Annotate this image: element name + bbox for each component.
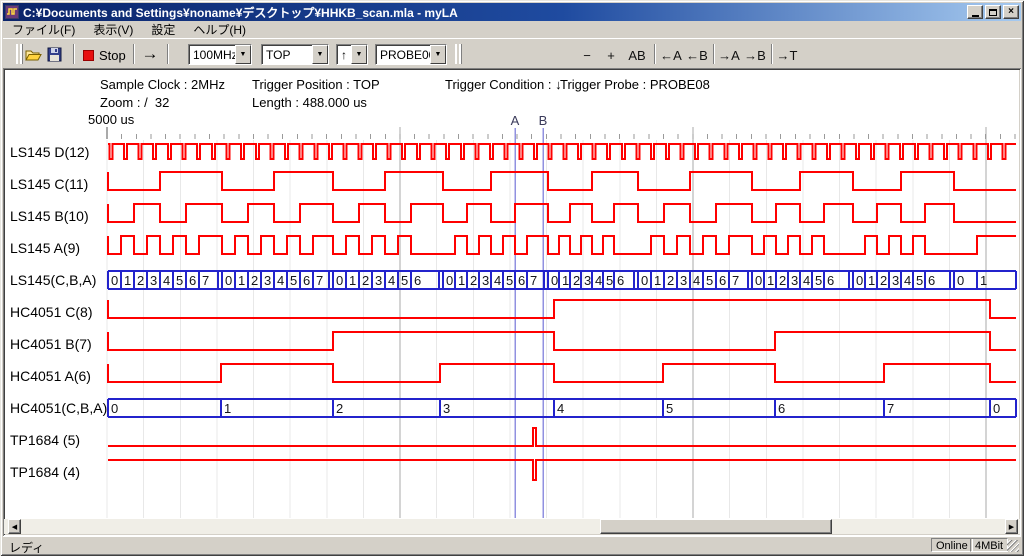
title-bar: C:¥Documents and Settings¥noname¥デスクトップ¥… [3,3,1021,21]
channel-label: LS145 A(9) [10,238,80,258]
app-icon [5,5,19,19]
stop-button[interactable]: Stop [83,45,126,65]
status-bar: レディ Online 4MBit [3,536,1021,553]
toolbar-separator [133,44,135,64]
channel-label: HC4051 C(8) [10,302,92,322]
toolbar-separator [771,44,773,64]
channel-label: TP1684 (5) [10,430,80,450]
scroll-left-icon: ◀ [12,523,17,531]
open-folder-icon [25,48,42,62]
minimize-button[interactable] [967,5,983,19]
toolbar-separator [713,44,715,64]
horizontal-scrollbar[interactable]: ◀ ▶ [4,519,1020,534]
trigger-probe-combobox[interactable]: PROBE00 ▼ [375,44,447,65]
channel-label: HC4051 B(7) [10,334,92,354]
status-ready-text: レディ [9,539,44,556]
status-memory-badge: 4MBit [970,538,1008,552]
toolbar-grip[interactable] [455,44,462,64]
run-button[interactable]: → [137,43,163,65]
chevron-down-icon[interactable]: ▼ [351,45,367,64]
trigger-condition-info: Trigger Condition : ↓ [445,77,562,92]
sample-clock-value: 100MHz [189,45,235,64]
sample-clock-combobox[interactable]: 100MHz ▼ [188,44,252,65]
goto-marker-a-button[interactable]: ←A [659,45,683,65]
zoom-out-button[interactable]: − [577,45,597,65]
trigger-edge-combobox[interactable]: ↑ ▼ [336,44,368,65]
channel-label: HC4051 A(6) [10,366,91,386]
timebase-label: 5000 us [88,112,134,127]
length-info: Length : 488.000 us [252,95,367,110]
chevron-down-icon[interactable]: ▼ [430,45,446,64]
run-arrow-icon: → [142,44,159,64]
channel-label: TP1684 (4) [10,462,80,482]
menu-bar: ファイル(F)表示(V)設定ヘルプ(H) [3,21,1021,38]
chevron-down-icon[interactable]: ▼ [235,45,251,64]
stop-label: Stop [99,48,126,63]
maximize-icon [989,9,997,16]
trigger-edge-value: ↑ [337,45,351,64]
stop-icon [83,50,94,61]
minimize-icon [972,15,979,17]
goto-trigger-button[interactable]: →T [775,45,799,65]
resize-grip-icon[interactable] [1007,540,1019,552]
scrollbar-thumb[interactable] [600,519,832,534]
status-online-badge: Online [931,538,973,552]
toolbar-grip[interactable] [16,44,23,64]
app-window: C:¥Documents and Settings¥noname¥デスクトップ¥… [0,0,1024,556]
trigger-probe-value: PROBE00 [376,45,430,64]
close-icon: × [1008,7,1014,17]
toolbar: Stop → 100MHz ▼ TOP ▼ ↑ ▼ PROBE00 ▼ − + … [3,38,1021,68]
zoom-in-button[interactable]: + [601,45,621,65]
channel-label: LS145 D(12) [10,142,89,162]
floppy-disk-icon [47,47,62,62]
window-title: C:¥Documents and Settings¥noname¥デスクトップ¥… [23,4,965,21]
scroll-right-button[interactable]: ▶ [1005,519,1018,534]
waveform-client-area [3,68,1021,536]
menu-item-help[interactable]: ヘルプ(H) [184,20,255,39]
menu-item-view[interactable]: 表示(V) [84,20,142,39]
trigger-position-info: Trigger Position : TOP [252,77,380,92]
ab-range-button[interactable]: AB [624,45,650,65]
close-button[interactable]: × [1003,5,1019,19]
channel-label: LS145 C(11) [10,174,88,194]
trigger-position-combobox[interactable]: TOP ▼ [261,44,329,65]
toolbar-separator [73,44,75,64]
zoom-info: Zoom : / 32 [100,95,169,110]
menu-item-file[interactable]: ファイル(F) [3,20,84,39]
set-marker-a-button[interactable]: →A [717,45,741,65]
scroll-left-button[interactable]: ◀ [8,519,21,534]
menu-item-settings[interactable]: 設定 [142,20,184,39]
maximize-button[interactable] [985,5,1001,19]
channel-label: LS145 B(10) [10,206,89,226]
save-button[interactable] [44,45,64,64]
set-marker-b-button[interactable]: →B [743,45,767,65]
channel-label: LS145(C,B,A) [10,270,96,290]
open-file-button[interactable] [23,45,43,64]
sample-clock-info: Sample Clock : 2MHz [100,77,225,92]
toolbar-separator [167,44,169,64]
chevron-down-icon[interactable]: ▼ [312,45,328,64]
trigger-position-value: TOP [262,45,312,64]
toolbar-separator [654,44,656,64]
channel-label: HC4051(C,B,A) [10,398,107,418]
goto-marker-b-button[interactable]: ←B [685,45,709,65]
trigger-probe-info: Trigger Probe : PROBE08 [560,77,710,92]
scroll-right-icon: ▶ [1009,523,1014,531]
